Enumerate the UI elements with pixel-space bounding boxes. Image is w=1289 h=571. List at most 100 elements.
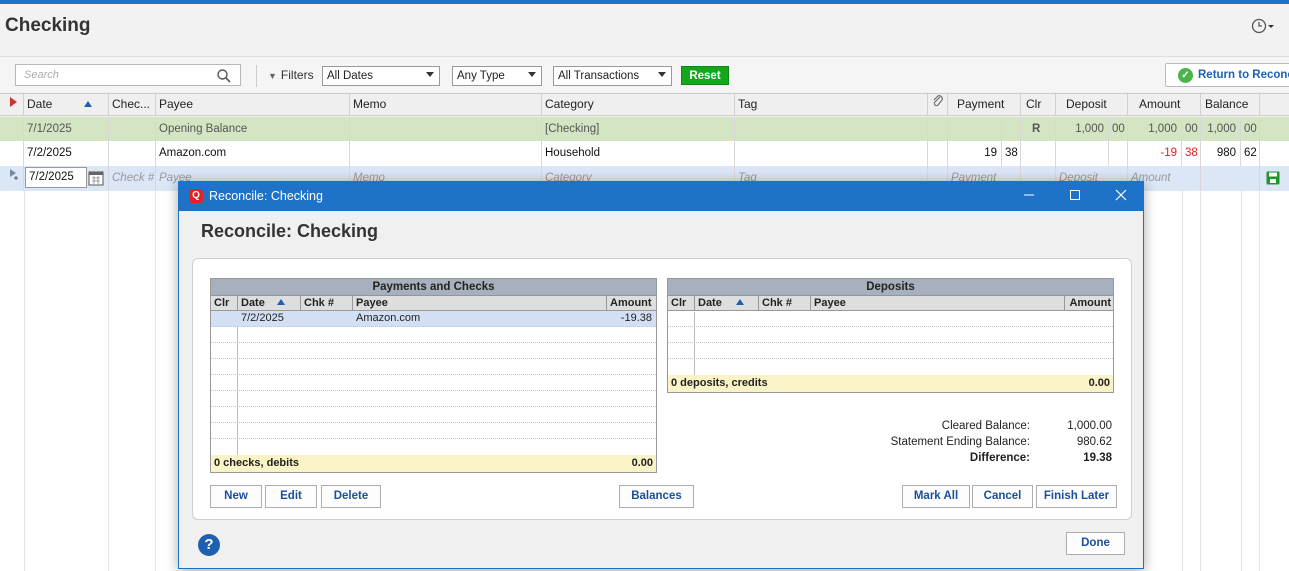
save-transaction-button[interactable] <box>1260 166 1289 191</box>
check-number-field[interactable]: Check # <box>109 166 156 191</box>
row-date: 7/1/2025 <box>24 117 109 142</box>
date-input[interactable]: 7/2/2025 <box>25 167 87 188</box>
search-input[interactable]: Search <box>15 64 241 86</box>
column-header-category[interactable]: Category <box>542 94 735 116</box>
payment-amount: -19.38 <box>620 312 652 324</box>
row-payee: Amazon.com <box>156 141 350 166</box>
empty-row <box>668 359 1113 375</box>
column-header-balance[interactable]: Balance <box>1201 94 1260 116</box>
row-payment-dec <box>1002 117 1021 142</box>
column-header-date[interactable]: Date <box>24 94 109 116</box>
grid-line <box>108 191 109 571</box>
mark-all-button[interactable]: Mark All <box>902 485 970 508</box>
grid-line <box>1241 191 1242 571</box>
payments-col-chk[interactable]: Chk # <box>301 296 353 311</box>
filters-toggle[interactable]: ▼ Filters <box>268 68 314 82</box>
row-category: [Checking] <box>542 117 735 142</box>
close-icon <box>1115 189 1127 201</box>
deposits-col-chk[interactable]: Chk # <box>759 296 811 311</box>
difference-value: 19.38 <box>1083 452 1112 464</box>
column-header-clr[interactable]: Clr <box>1021 94 1056 116</box>
date-filter-select[interactable]: All Dates <box>322 66 440 86</box>
close-button[interactable] <box>1099 182 1143 211</box>
empty-row <box>211 439 656 455</box>
top-accent-bar <box>0 0 1289 4</box>
deposits-col-date[interactable]: Date <box>695 296 759 311</box>
divider <box>256 65 257 87</box>
cancel-button[interactable]: Cancel <box>972 485 1033 508</box>
column-header-check[interactable]: Chec... <box>109 94 156 116</box>
empty-row <box>668 311 1113 327</box>
done-button[interactable]: Done <box>1066 532 1125 555</box>
row-clr[interactable] <box>1021 141 1056 166</box>
column-header-tag[interactable]: Tag <box>735 94 928 116</box>
row-marker <box>0 117 24 142</box>
empty-row <box>211 407 656 423</box>
quicken-logo-icon: Q <box>189 189 203 203</box>
transactions-filter-select[interactable]: All Transactions <box>553 66 672 86</box>
deposits-footer-total: 0.00 <box>1088 377 1110 389</box>
new-button[interactable]: New <box>210 485 262 508</box>
minimize-icon <box>1024 194 1034 196</box>
empty-row <box>668 343 1113 359</box>
payments-footer-total: 0.00 <box>631 457 653 469</box>
column-header-payee[interactable]: Payee <box>156 94 350 116</box>
payments-col-clr[interactable]: Clr <box>211 296 238 311</box>
grid-line <box>155 191 156 571</box>
history-menu[interactable] <box>1249 16 1277 36</box>
column-header-amount[interactable]: Amount <box>1128 94 1201 116</box>
deposits-col-amount[interactable]: Amount <box>1065 296 1113 311</box>
search-placeholder: Search <box>24 69 59 81</box>
payments-col-amount[interactable]: Amount <box>607 296 656 311</box>
register-row[interactable]: 7/2/2025 Amazon.com Household 19 38 -19 … <box>0 141 1289 166</box>
clock-icon <box>1251 18 1274 34</box>
transactions-filter-value: All Transactions <box>558 70 640 82</box>
empty-row <box>211 359 656 375</box>
funnel-icon: ▼ <box>268 71 277 81</box>
grid-line <box>1259 191 1260 571</box>
reconcile-panel: Payments and Checks Clr Date Chk # Payee… <box>192 258 1132 520</box>
column-label: Date <box>27 97 53 111</box>
empty-row <box>211 343 656 359</box>
return-to-reconcile-button[interactable]: ✓ Return to Reconcile <box>1165 63 1289 87</box>
column-header-attachment[interactable] <box>928 94 948 116</box>
reset-button[interactable]: Reset <box>681 66 729 85</box>
deposits-table: Deposits Clr Date Chk # Payee Amount 0 d… <box>667 278 1114 393</box>
dialog-heading: Reconcile: Checking <box>201 221 379 241</box>
row-memo <box>350 117 542 142</box>
cleared-balance-value: 1,000.00 <box>1067 420 1112 432</box>
calendar-icon[interactable] <box>88 170 104 186</box>
delete-button[interactable]: Delete <box>321 485 381 508</box>
deposits-col-clr[interactable]: Clr <box>668 296 695 311</box>
row-tag <box>735 141 928 166</box>
register-row[interactable]: 7/1/2025 Opening Balance [Checking] R 1,… <box>0 117 1289 142</box>
finish-later-button[interactable]: Finish Later <box>1036 485 1117 508</box>
row-marker-header <box>0 94 24 116</box>
column-header-deposit[interactable]: Deposit <box>1056 94 1128 116</box>
balances-button[interactable]: Balances <box>619 485 694 508</box>
edit-button[interactable]: Edit <box>265 485 317 508</box>
grid-line <box>1200 191 1201 571</box>
minimize-button[interactable] <box>1007 182 1051 211</box>
row-check <box>109 141 156 166</box>
maximize-button[interactable] <box>1053 182 1097 211</box>
column-header-payment[interactable]: Payment <box>948 94 1021 116</box>
row-payment-int <box>948 117 1002 142</box>
row-check <box>109 117 156 142</box>
column-header-memo[interactable]: Memo <box>350 94 542 116</box>
date-entry-field[interactable]: 7/2/2025 <box>24 166 109 191</box>
row-attachment <box>928 141 948 166</box>
row-attachment <box>928 117 948 142</box>
row-deposit-int <box>1056 141 1109 166</box>
payments-col-date[interactable]: Date <box>238 296 301 311</box>
payment-row[interactable]: 7/2/2025 Amazon.com -19.38 <box>211 311 656 327</box>
deposits-col-payee[interactable]: Payee <box>811 296 1065 311</box>
row-date: 7/2/2025 <box>24 141 109 166</box>
dialog-titlebar[interactable]: Q Reconcile: Checking <box>179 182 1143 211</box>
help-icon[interactable]: ? <box>198 534 220 556</box>
row-clr[interactable]: R <box>1021 117 1056 142</box>
payments-col-payee[interactable]: Payee <box>353 296 607 311</box>
type-filter-select[interactable]: Any Type <box>452 66 542 86</box>
row-deposit-int: 1,000 <box>1056 117 1109 142</box>
payment-clr[interactable] <box>211 311 238 326</box>
